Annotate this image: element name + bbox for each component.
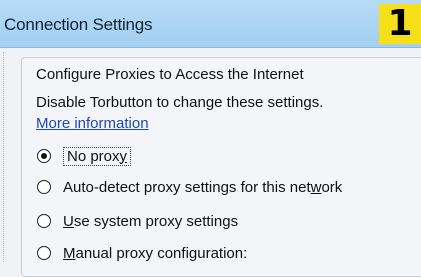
proxy-heading: Configure Proxies to Access the Internet	[36, 66, 304, 83]
manual-proxy-label: Manual proxy configuration:	[63, 244, 248, 262]
dialog-edge	[3, 52, 4, 262]
manual-proxy-option[interactable]: Manual proxy configuration:	[37, 243, 247, 263]
more-information-link[interactable]: More information	[36, 115, 149, 132]
title-bar: Connection Settings 1	[0, 0, 421, 48]
system-proxy-label: Use system proxy settings	[63, 212, 239, 230]
torbutton-note: Disable Torbutton to change these settin…	[36, 94, 324, 111]
radio-selected-icon[interactable]	[37, 149, 51, 163]
auto-detect-proxy-option[interactable]: Auto-detect proxy settings for this netw…	[37, 177, 342, 197]
window-title: Connection Settings	[4, 15, 153, 34]
auto-detect-proxy-label: Auto-detect proxy settings for this netw…	[63, 178, 343, 196]
radio-icon[interactable]	[37, 214, 51, 228]
step-number-badge: 1	[379, 4, 421, 44]
system-proxy-option[interactable]: Use system proxy settings	[37, 211, 238, 231]
no-proxy-label: No proxy	[63, 146, 132, 166]
radio-icon[interactable]	[37, 246, 51, 260]
radio-icon[interactable]	[37, 180, 51, 194]
no-proxy-option[interactable]: No proxy	[37, 146, 132, 166]
